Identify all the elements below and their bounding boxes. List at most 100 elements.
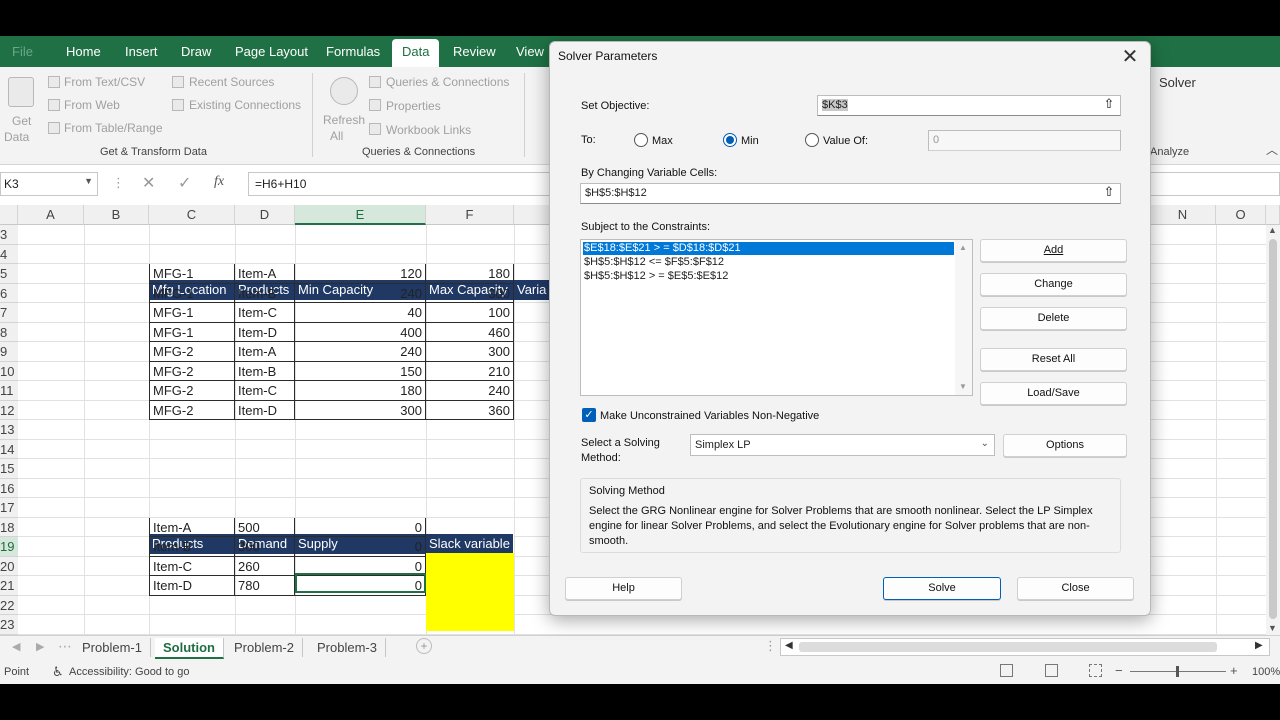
collapse-ribbon-icon[interactable]: ︿ (1266, 141, 1278, 158)
constraint-item[interactable]: $E$18:$E$21 > = $D$18:$D$21 (583, 242, 954, 255)
column-header-n[interactable]: N (1150, 205, 1216, 225)
chevron-right-icon[interactable]: ▶ (36, 640, 44, 653)
table1-cell[interactable]: MFG-2 (149, 381, 235, 401)
column-header-c[interactable]: C (149, 205, 235, 225)
table2-cell[interactable]: Item-C (149, 556, 235, 576)
constraint-item[interactable]: $H$5:$H$12 > = $E$5:$E$12 (583, 270, 728, 283)
table1-cell[interactable]: 240 (295, 283, 426, 303)
tab-data[interactable]: Data (392, 39, 440, 67)
constraints-scrollbar[interactable]: ▲ ▼ (955, 240, 972, 395)
column-header-g[interactable] (514, 205, 554, 225)
tab-home[interactable]: Home (66, 44, 101, 59)
row-header[interactable]: 3 (0, 225, 18, 245)
table1-cell[interactable]: 300 (295, 400, 426, 420)
options-button[interactable]: Options (1003, 434, 1127, 457)
enter-icon[interactable]: ✓ (178, 173, 191, 193)
select-all-corner[interactable] (0, 205, 18, 225)
close-icon[interactable]: ✕ (1118, 44, 1142, 69)
scroll-up-icon[interactable]: ▲ (1268, 225, 1277, 235)
sheet-tab-problem-1[interactable]: Problem-1 (74, 638, 151, 657)
radio-min[interactable] (723, 133, 737, 147)
table1-cell[interactable]: 180 (426, 264, 514, 284)
load-save-button[interactable]: Load/Save (980, 382, 1127, 405)
vertical-scrollbar-top[interactable] (1266, 205, 1280, 225)
table1-cell[interactable]: 300 (426, 342, 514, 362)
table1-cell[interactable]: 40 (295, 303, 426, 323)
queries-connections[interactable]: Queries & Connections (386, 75, 509, 89)
sheet-tab-problem-3[interactable]: Problem-3 (309, 638, 386, 657)
changing-cells-input[interactable]: $H$5:$H$12 (580, 183, 1121, 204)
horizontal-scrollbar[interactable]: ◀ ▶ (780, 638, 1270, 656)
scroll-down-icon[interactable]: ▼ (959, 382, 967, 391)
from-web[interactable]: From Web (64, 98, 120, 112)
table1-cell[interactable]: 150 (295, 361, 426, 381)
scroll-down-icon[interactable]: ▼ (1268, 623, 1277, 633)
table1-cell[interactable]: 360 (426, 400, 514, 420)
horizontal-scrollbar-thumb[interactable] (799, 642, 1217, 652)
row-header[interactable]: 7 (0, 303, 18, 323)
row-header[interactable]: 11 (0, 381, 18, 401)
table2-cell[interactable]: 260 (235, 556, 295, 576)
table1-cell[interactable]: MFG-1 (149, 264, 235, 284)
help-button[interactable]: Help (565, 577, 682, 600)
table1-cell[interactable]: Item-D (235, 400, 295, 420)
table2-cell[interactable]: 0 (295, 517, 426, 537)
row-header[interactable]: 16 (0, 478, 18, 498)
vertical-scrollbar[interactable]: ▲ ▼ (1266, 225, 1280, 635)
row-header[interactable]: 15 (0, 459, 18, 479)
existing-connections[interactable]: Existing Connections (189, 98, 301, 112)
table2-header-slack-variable[interactable]: Slack variable (426, 534, 514, 554)
table1-cell[interactable]: 240 (295, 342, 426, 362)
selected-cell-e19[interactable] (295, 573, 426, 593)
table2-cell[interactable]: 500 (235, 517, 295, 537)
row-header[interactable]: 17 (0, 498, 18, 518)
sheet-tab-problem-2[interactable]: Problem-2 (226, 638, 303, 657)
solving-method-select[interactable]: Simplex LP ⌄ (690, 434, 995, 456)
row-header[interactable]: 9 (0, 342, 18, 362)
tab-page-layout[interactable]: Page Layout (235, 44, 308, 59)
more-sheets-icon[interactable]: ⋯ (58, 638, 72, 655)
radio-value-of[interactable] (805, 133, 819, 147)
row-header[interactable]: 5 (0, 264, 18, 284)
chevron-left-icon[interactable]: ◀ (12, 640, 20, 653)
constraints-list[interactable]: $E$18:$E$21 > = $D$18:$D$21 $H$5:$H$12 <… (580, 239, 973, 396)
table2-cell[interactable]: Item-D (149, 576, 235, 596)
radio-max[interactable] (634, 133, 648, 147)
row-header[interactable]: 21 (0, 576, 18, 596)
workbook-links[interactable]: Workbook Links (386, 123, 471, 137)
tab-review[interactable]: Review (453, 44, 496, 59)
properties[interactable]: Properties (386, 99, 441, 113)
table1-cell[interactable]: Item-B (235, 361, 295, 381)
table1-cell[interactable]: MFG-1 (149, 283, 235, 303)
scroll-left-icon[interactable]: ◀ (785, 640, 793, 651)
row-header[interactable]: 10 (0, 361, 18, 381)
tab-formulas[interactable]: Formulas (326, 44, 380, 59)
column-header-b[interactable]: B (84, 205, 149, 225)
page-break-view-icon[interactable] (1089, 664, 1102, 677)
reset-all-button[interactable]: Reset All (980, 348, 1127, 371)
row-header[interactable]: 12 (0, 400, 18, 420)
insert-function-icon[interactable]: fx (214, 174, 224, 190)
close-button[interactable]: Close (1017, 577, 1134, 600)
constraint-item[interactable]: $H$5:$H$12 <= $F$5:$F$12 (583, 256, 724, 269)
scroll-up-icon[interactable]: ▲ (959, 243, 967, 252)
column-header-a[interactable]: A (18, 205, 84, 225)
row-header[interactable]: 18 (0, 517, 18, 537)
collapse-dialog-icon[interactable]: ⇧ (1099, 96, 1119, 115)
from-table-range[interactable]: From Table/Range (64, 121, 163, 135)
table1-cell[interactable]: Item-C (235, 381, 295, 401)
normal-view-icon[interactable] (1000, 664, 1013, 677)
zoom-in-icon[interactable]: + (1230, 663, 1238, 678)
row-header[interactable]: 19 (0, 537, 18, 557)
page-layout-view-icon[interactable] (1045, 664, 1058, 677)
table1-cell[interactable]: Item-A (235, 264, 295, 284)
table1-cell[interactable]: MFG-2 (149, 342, 235, 362)
recent-sources[interactable]: Recent Sources (189, 75, 274, 89)
table1-cell[interactable]: Item-C (235, 303, 295, 323)
table2-cell[interactable]: Item-B (149, 537, 235, 557)
value-of-input[interactable]: 0 (928, 130, 1121, 151)
sheet-tab-solution[interactable]: Solution (155, 638, 224, 659)
chevron-down-icon[interactable]: ▼ (84, 176, 93, 186)
nonnegative-checkbox[interactable]: ✓ (582, 408, 596, 422)
tab-insert[interactable]: Insert (125, 44, 158, 59)
